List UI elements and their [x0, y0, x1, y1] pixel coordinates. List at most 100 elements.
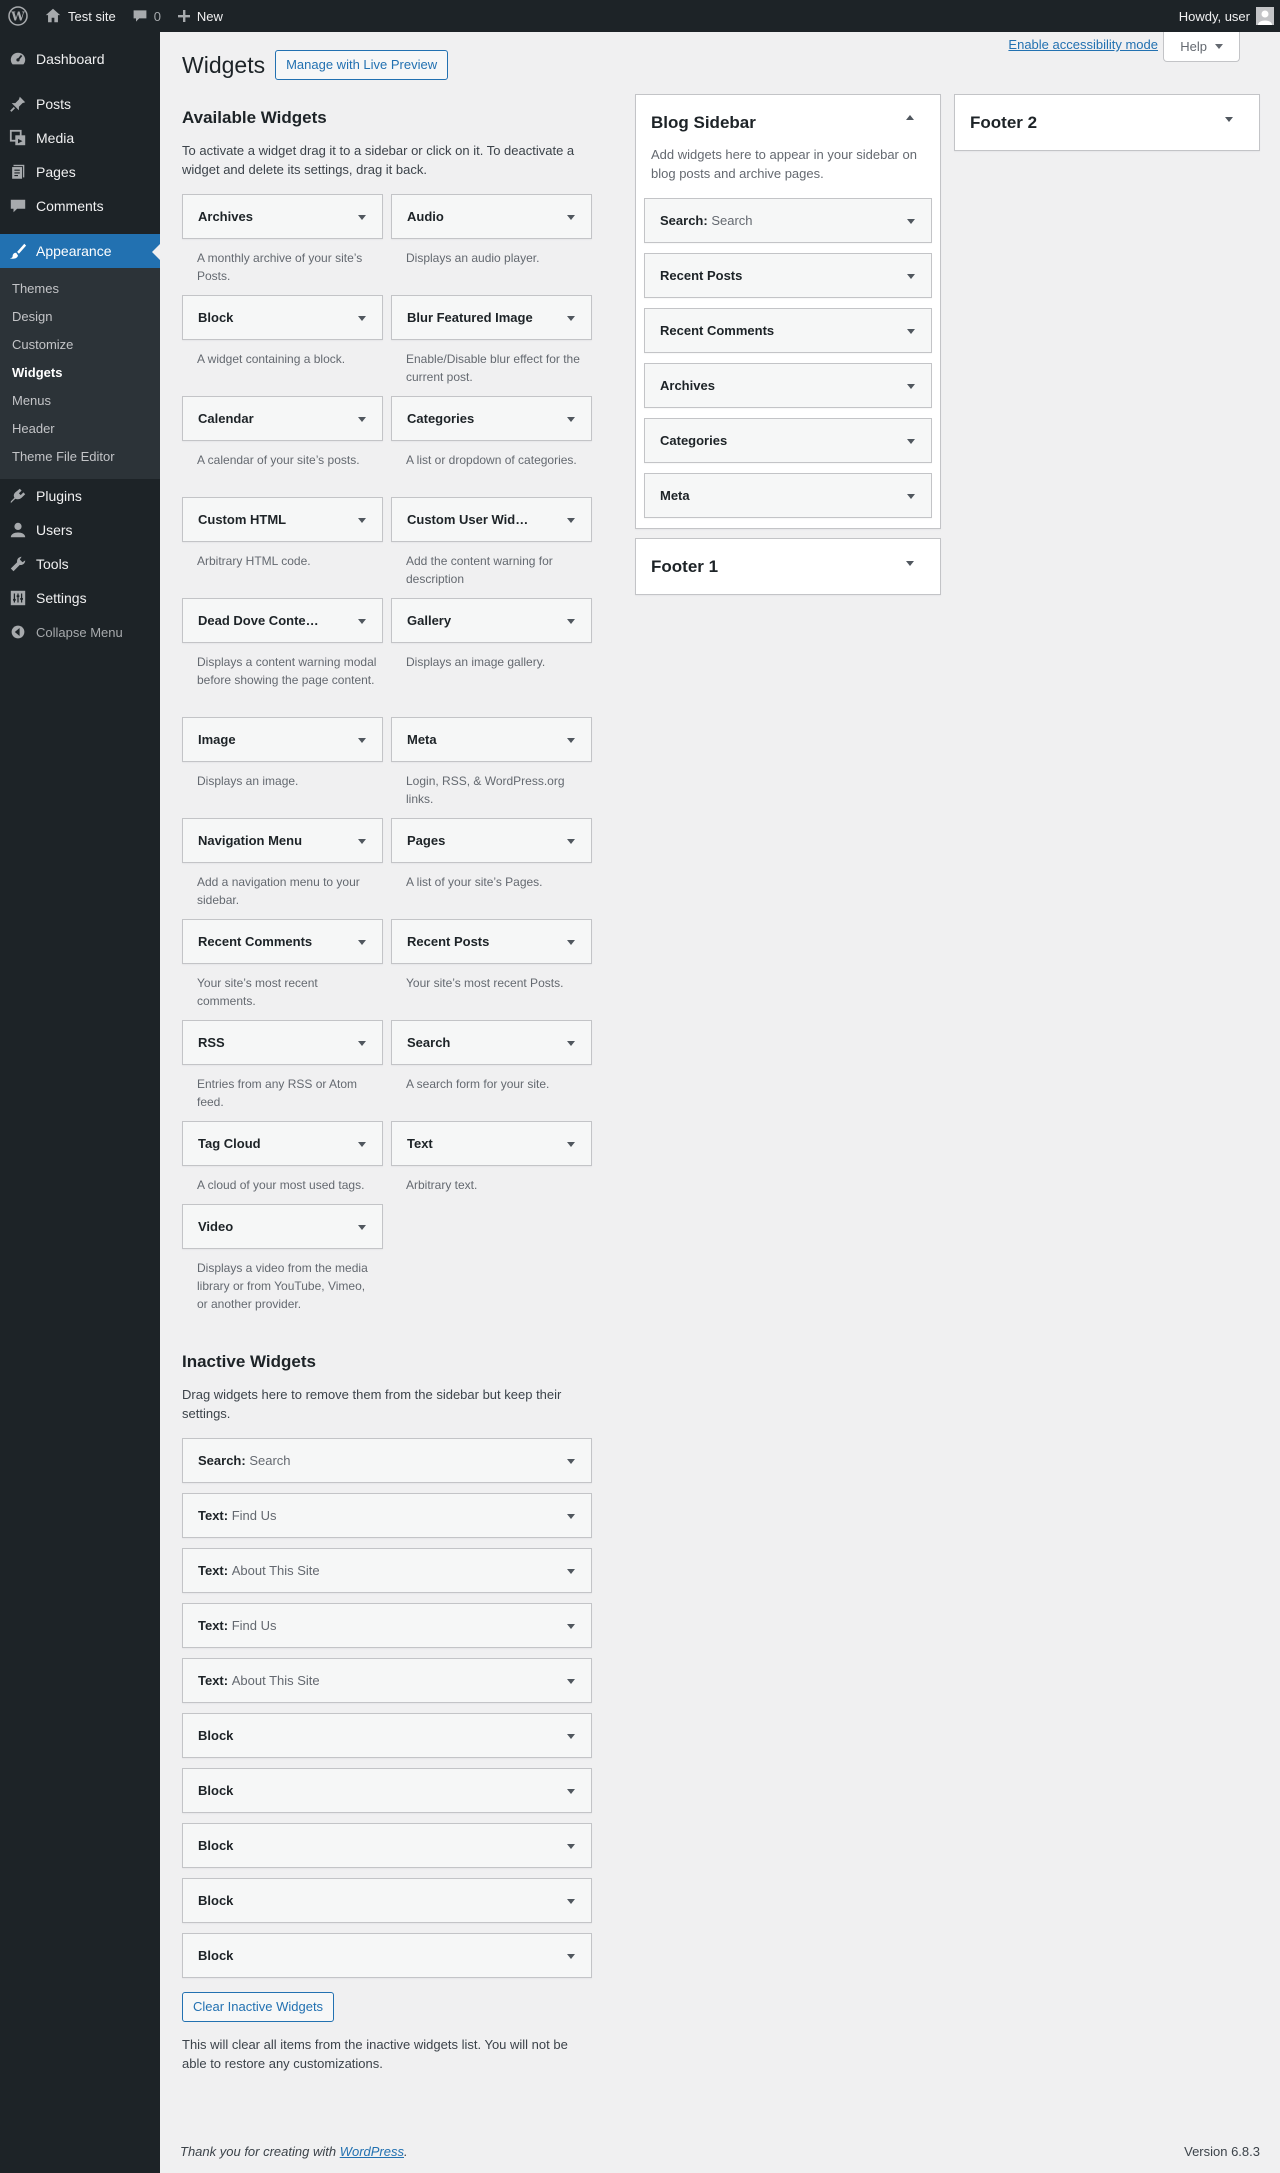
- widget-toggle-arrow-icon[interactable]: [567, 1624, 575, 1629]
- footer-2-title[interactable]: Footer 2: [970, 113, 1037, 133]
- widget-item[interactable]: Blur Featured Image: [391, 295, 592, 340]
- new-content-link[interactable]: New: [169, 0, 231, 32]
- widget-toggle-arrow-icon[interactable]: [358, 940, 366, 945]
- menu-comments[interactable]: Comments: [0, 189, 160, 223]
- submenu-theme-file-editor[interactable]: Theme File Editor: [0, 443, 160, 471]
- widget-toggle-arrow-icon[interactable]: [567, 1142, 575, 1147]
- widget-toggle-arrow-icon[interactable]: [567, 839, 575, 844]
- collapse-menu-button[interactable]: Collapse Menu: [0, 615, 160, 649]
- submenu-header[interactable]: Header: [0, 415, 160, 443]
- widget-item[interactable]: Archives: [644, 363, 932, 408]
- widget-toggle-arrow-icon[interactable]: [907, 384, 915, 389]
- menu-plugins[interactable]: Plugins: [0, 479, 160, 513]
- widget-item[interactable]: Archives: [182, 194, 383, 239]
- widget-item[interactable]: Recent Posts: [644, 253, 932, 298]
- widget-toggle-arrow-icon[interactable]: [567, 1514, 575, 1519]
- widget-item[interactable]: Tag Cloud: [182, 1121, 383, 1166]
- help-tab-button[interactable]: Help: [1163, 32, 1240, 62]
- widget-toggle-arrow-icon[interactable]: [907, 329, 915, 334]
- submenu-menus[interactable]: Menus: [0, 387, 160, 415]
- widget-item[interactable]: RSS: [182, 1020, 383, 1065]
- footer-1-title[interactable]: Footer 1: [651, 557, 718, 577]
- submenu-widgets[interactable]: Widgets: [0, 359, 160, 387]
- menu-appearance[interactable]: Appearance: [0, 234, 160, 268]
- widget-item[interactable]: Block: [182, 1933, 592, 1978]
- widget-item[interactable]: Navigation Menu: [182, 818, 383, 863]
- widget-item[interactable]: Audio: [391, 194, 592, 239]
- widget-item[interactable]: Custom HTML: [182, 497, 383, 542]
- widget-toggle-arrow-icon[interactable]: [567, 1734, 575, 1739]
- menu-users[interactable]: Users: [0, 513, 160, 547]
- widget-item[interactable]: Recent Comments: [644, 308, 932, 353]
- widget-toggle-arrow-icon[interactable]: [567, 1789, 575, 1794]
- widget-toggle-arrow-icon[interactable]: [358, 316, 366, 321]
- widget-toggle-arrow-icon[interactable]: [907, 274, 915, 279]
- menu-settings[interactable]: Settings: [0, 581, 160, 615]
- widget-item[interactable]: Block: [182, 1823, 592, 1868]
- widget-item[interactable]: Meta: [644, 473, 932, 518]
- widget-toggle-arrow-icon[interactable]: [567, 940, 575, 945]
- widget-item[interactable]: Recent Comments: [182, 919, 383, 964]
- widget-item[interactable]: Text: About This Site: [182, 1658, 592, 1703]
- widget-toggle-arrow-icon[interactable]: [567, 1844, 575, 1849]
- widget-toggle-arrow-icon[interactable]: [567, 1041, 575, 1046]
- widget-toggle-arrow-icon[interactable]: [358, 619, 366, 624]
- widget-item[interactable]: Block: [182, 1713, 592, 1758]
- widget-item[interactable]: Calendar: [182, 396, 383, 441]
- widget-item[interactable]: Search: [391, 1020, 592, 1065]
- widget-item[interactable]: Search: Search: [644, 198, 932, 243]
- widget-toggle-arrow-icon[interactable]: [567, 738, 575, 743]
- widget-item[interactable]: Text: Find Us: [182, 1603, 592, 1648]
- widget-toggle-arrow-icon[interactable]: [907, 494, 915, 499]
- widget-item[interactable]: Search: Search: [182, 1438, 592, 1483]
- widget-toggle-arrow-icon[interactable]: [567, 417, 575, 422]
- site-name-link[interactable]: Test site: [36, 0, 124, 32]
- widget-item[interactable]: Image: [182, 717, 383, 762]
- widget-toggle-arrow-icon[interactable]: [567, 1679, 575, 1684]
- widget-item[interactable]: Text: Find Us: [182, 1493, 592, 1538]
- menu-pages[interactable]: Pages: [0, 155, 160, 189]
- menu-posts[interactable]: Posts: [0, 87, 160, 121]
- clear-inactive-widgets-button[interactable]: Clear Inactive Widgets: [182, 1992, 335, 2022]
- widget-toggle-arrow-icon[interactable]: [907, 219, 915, 224]
- widget-item[interactable]: Text: About This Site: [182, 1548, 592, 1593]
- menu-dashboard[interactable]: Dashboard: [0, 42, 160, 76]
- widget-toggle-arrow-icon[interactable]: [567, 316, 575, 321]
- expand-arrow-down-icon[interactable]: [1225, 117, 1233, 122]
- widget-toggle-arrow-icon[interactable]: [358, 839, 366, 844]
- manage-live-preview-button[interactable]: Manage with Live Preview: [275, 50, 449, 80]
- widget-item[interactable]: Meta: [391, 717, 592, 762]
- widget-toggle-arrow-icon[interactable]: [358, 1041, 366, 1046]
- enable-accessibility-mode-link[interactable]: Enable accessibility mode: [1008, 37, 1158, 52]
- widget-toggle-arrow-icon[interactable]: [358, 1225, 366, 1230]
- menu-media[interactable]: Media: [0, 121, 160, 155]
- widget-toggle-arrow-icon[interactable]: [358, 738, 366, 743]
- wordpress-link[interactable]: WordPress: [340, 2144, 404, 2159]
- submenu-design[interactable]: Design: [0, 303, 160, 331]
- widget-toggle-arrow-icon[interactable]: [567, 1459, 575, 1464]
- widget-toggle-arrow-icon[interactable]: [567, 619, 575, 624]
- wordpress-logo-icon[interactable]: W: [0, 0, 36, 32]
- collapse-arrow-up-icon[interactable]: [906, 115, 914, 120]
- widget-item[interactable]: Text: [391, 1121, 592, 1166]
- widget-toggle-arrow-icon[interactable]: [567, 518, 575, 523]
- widget-item[interactable]: Block: [182, 1878, 592, 1923]
- widget-item[interactable]: Recent Posts: [391, 919, 592, 964]
- submenu-customize[interactable]: Customize: [0, 331, 160, 359]
- submenu-themes[interactable]: Themes: [0, 275, 160, 303]
- widget-toggle-arrow-icon[interactable]: [567, 1954, 575, 1959]
- widget-item[interactable]: Dead Dove Conte…: [182, 598, 383, 643]
- widget-toggle-arrow-icon[interactable]: [358, 518, 366, 523]
- widget-toggle-arrow-icon[interactable]: [567, 215, 575, 220]
- widget-item[interactable]: Block: [182, 1768, 592, 1813]
- widget-item[interactable]: Categories: [644, 418, 932, 463]
- widget-toggle-arrow-icon[interactable]: [358, 417, 366, 422]
- widget-item[interactable]: Categories: [391, 396, 592, 441]
- widget-toggle-arrow-icon[interactable]: [358, 215, 366, 220]
- widget-item[interactable]: Custom User Wid…: [391, 497, 592, 542]
- my-account-link[interactable]: Howdy, user: [1171, 0, 1280, 32]
- widget-item[interactable]: Video: [182, 1204, 383, 1249]
- widget-toggle-arrow-icon[interactable]: [567, 1569, 575, 1574]
- expand-arrow-down-icon[interactable]: [906, 561, 914, 566]
- widget-toggle-arrow-icon[interactable]: [907, 439, 915, 444]
